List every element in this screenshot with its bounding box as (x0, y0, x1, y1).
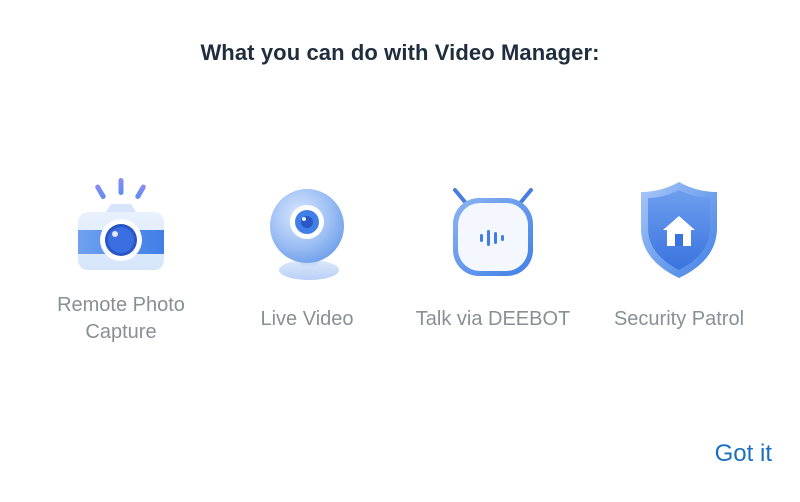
feature-security-patrol: Security Patrol (586, 170, 772, 360)
feature-label-line: Live Video (260, 308, 354, 330)
feature-label: Remote Photo Capture (28, 292, 214, 346)
feature-list: Remote Photo Capture Live Video Talk via… (28, 170, 772, 360)
feature-live-video: Live Video (214, 170, 400, 360)
camera-icon (71, 178, 171, 282)
feature-label: Security Patrol (586, 306, 772, 333)
feature-label: Talk via DEEBOT (400, 306, 586, 333)
feature-label-line: Remote Photo (57, 294, 185, 316)
feature-talk-via-deebot: Talk via DEEBOT (400, 170, 586, 360)
dialog-title: What you can do with Video Manager: (200, 40, 600, 65)
feature-label-line: Capture (85, 321, 157, 343)
webcam-icon (257, 178, 357, 282)
shield-home-icon (629, 178, 729, 282)
got-it-button[interactable]: Got it (715, 440, 772, 468)
feature-label-line: Security Patrol (613, 308, 745, 330)
robot-voice-icon (443, 178, 543, 282)
feature-label-line: Talk via DEEBOT (415, 308, 571, 330)
feature-remote-photo-capture: Remote Photo Capture (28, 170, 214, 360)
feature-label: Live Video (214, 306, 400, 333)
